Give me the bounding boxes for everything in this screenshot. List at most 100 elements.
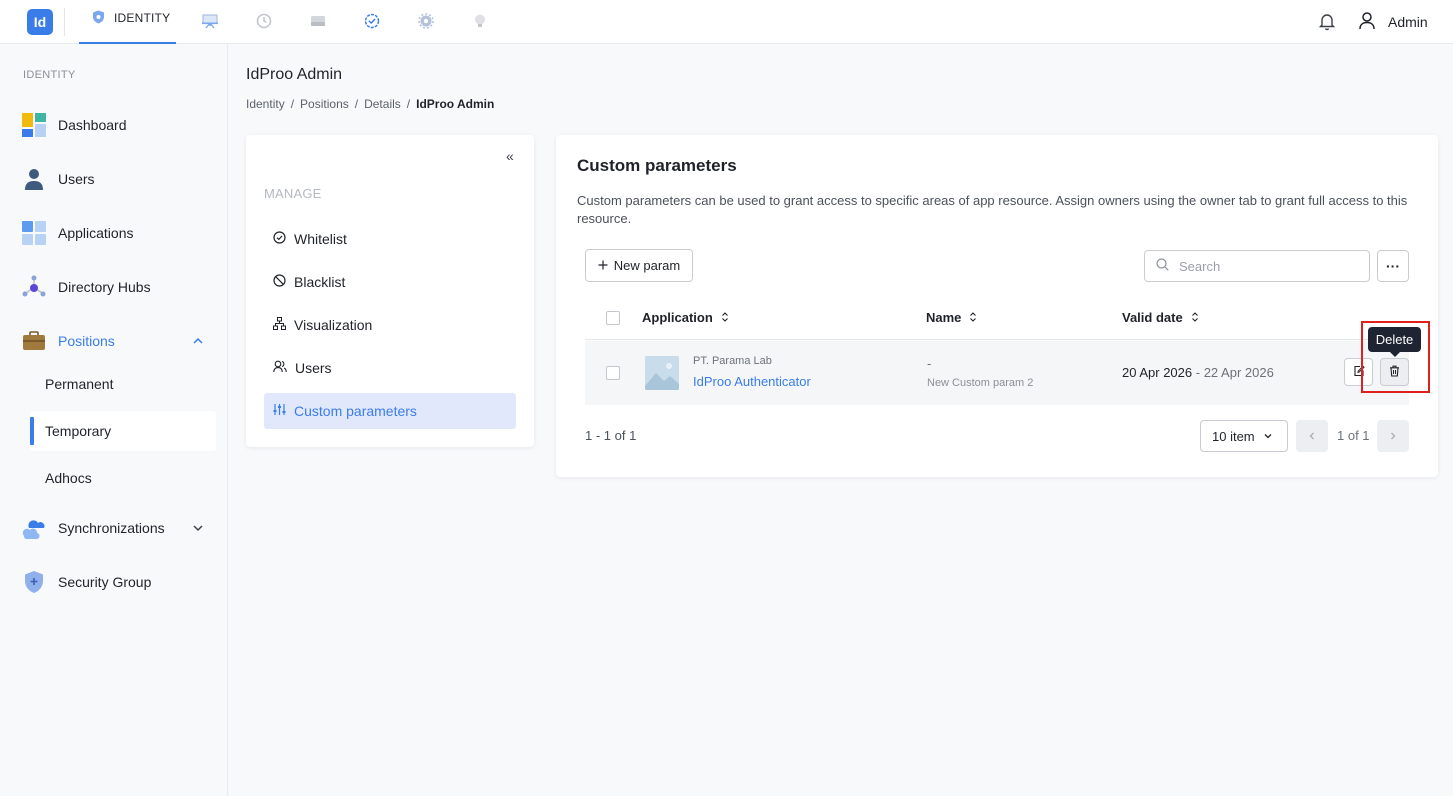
shield-icon	[92, 10, 105, 27]
shield-icon	[22, 570, 46, 594]
app-name-link[interactable]: IdProo Authenticator	[693, 374, 811, 389]
column-name[interactable]: Name	[926, 310, 977, 325]
bulb-icon[interactable]	[471, 12, 489, 30]
manage-item-visualization[interactable]: Visualization	[264, 307, 516, 343]
app-image-icon	[645, 356, 679, 390]
presentation-icon[interactable]	[201, 12, 219, 30]
search-input[interactable]: Search	[1144, 250, 1370, 282]
drive-icon[interactable]	[309, 12, 327, 30]
check-circle-icon	[273, 231, 286, 247]
sidebar-item-security-group[interactable]: Security Group	[22, 570, 151, 594]
sidebar-sub-temporary[interactable]: Temporary	[30, 411, 216, 451]
top-bar: Id IDENTITY Admin	[0, 0, 1453, 44]
tab-identity[interactable]: IDENTITY	[79, 0, 176, 44]
new-param-button[interactable]: New param	[585, 249, 693, 282]
sidebar-item-label: Security Group	[58, 574, 152, 590]
date-separator: -	[1192, 365, 1204, 380]
more-options-button[interactable]: ···	[1377, 250, 1409, 282]
page-indicator: 1 of 1	[1337, 428, 1370, 443]
search-icon	[1156, 258, 1169, 274]
sidebar-sub-label: Temporary	[45, 423, 112, 439]
breadcrumb-details[interactable]: Details	[364, 97, 401, 111]
breadcrumb-separator: /	[406, 97, 411, 111]
sliders-icon	[273, 403, 286, 419]
user-menu[interactable]: Admin	[1358, 11, 1428, 33]
result-count: 1 - 1 of 1	[585, 428, 637, 443]
highlight-box	[1361, 321, 1430, 393]
sidebar-item-label: Positions	[58, 333, 115, 349]
prev-page-button[interactable]	[1296, 420, 1328, 452]
sidebar-item-label: Users	[58, 171, 95, 187]
sidebar-item-synchronizations[interactable]: Synchronizations	[22, 516, 165, 540]
bell-icon[interactable]	[1318, 12, 1336, 34]
check-badge-icon[interactable]	[363, 12, 381, 30]
chevron-down-icon	[1263, 429, 1273, 444]
column-valid-date[interactable]: Valid date	[1122, 310, 1199, 325]
sidebar-section-title: IDENTITY	[23, 69, 76, 81]
custom-parameters-card: Custom parameters Custom parameters can …	[556, 135, 1438, 477]
sidebar-sub-permanent[interactable]: Permanent	[45, 376, 113, 392]
sort-icon	[969, 310, 977, 325]
gear-icon[interactable]	[417, 12, 435, 30]
history-icon[interactable]	[255, 12, 273, 30]
manage-item-custom-parameters[interactable]: Custom parameters	[264, 393, 516, 429]
plus-icon	[598, 258, 608, 273]
column-application[interactable]: Application	[642, 310, 729, 325]
search-placeholder: Search	[1179, 258, 1221, 274]
manage-item-users[interactable]: Users	[264, 350, 516, 386]
sidebar-item-applications[interactable]: Applications	[22, 221, 134, 245]
manage-item-label: Custom parameters	[294, 403, 417, 419]
column-label: Valid date	[1122, 310, 1183, 325]
sidebar-item-directory-hubs[interactable]: Directory Hubs	[22, 275, 151, 299]
sidebar-item-label: Directory Hubs	[58, 279, 151, 295]
block-icon	[273, 274, 286, 290]
sidebar-item-label: Synchronizations	[58, 520, 165, 536]
sidebar-item-dashboard[interactable]: Dashboard	[22, 113, 127, 137]
breadcrumb-separator: /	[290, 97, 295, 111]
breadcrumb-positions[interactable]: Positions	[300, 97, 349, 111]
chevron-down-icon[interactable]	[192, 521, 204, 537]
applications-icon	[22, 221, 46, 245]
page-size-select[interactable]: 10 item	[1200, 420, 1288, 452]
column-label: Name	[926, 310, 962, 325]
active-indicator	[30, 417, 34, 445]
app-logo[interactable]: Id	[27, 9, 53, 35]
manage-item-label: Visualization	[294, 317, 373, 333]
sidebar-sub-adhocs[interactable]: Adhocs	[45, 470, 92, 486]
manage-label: MANAGE	[264, 186, 322, 201]
row-checkbox[interactable]	[606, 366, 620, 380]
valid-date: 20 Apr 2026 - 22 Apr 2026	[1122, 365, 1274, 380]
manage-item-label: Whitelist	[294, 231, 347, 247]
manage-item-blacklist[interactable]: Blacklist	[264, 264, 516, 300]
manage-item-label: Blacklist	[294, 274, 346, 290]
cloud-sync-icon	[22, 516, 46, 540]
table-row[interactable]: PT. Parama Lab IdProo Authenticator - Ne…	[585, 341, 1409, 405]
chevron-up-icon[interactable]	[192, 334, 204, 350]
hierarchy-icon	[273, 317, 286, 333]
sort-icon	[721, 310, 729, 325]
breadcrumb-identity[interactable]: Identity	[246, 97, 285, 111]
chevron-right-icon	[1388, 428, 1398, 444]
user-name: Admin	[1388, 14, 1428, 30]
tab-identity-label: IDENTITY	[114, 11, 171, 25]
breadcrumb-current: IdProo Admin	[416, 97, 495, 111]
breadcrumb: Identity / Positions / Details / IdProo …	[246, 97, 494, 111]
sidebar-item-positions[interactable]: Positions	[22, 329, 115, 353]
column-label: Application	[642, 310, 713, 325]
user-icon	[22, 167, 46, 191]
user-icon	[1358, 11, 1376, 33]
sidebar: IDENTITY Dashboard Users Applications Di…	[0, 44, 228, 796]
manage-item-whitelist[interactable]: Whitelist	[264, 221, 516, 257]
sidebar-item-label: Dashboard	[58, 117, 127, 133]
page-size-value: 10 item	[1212, 428, 1255, 444]
collapse-icon[interactable]: «	[506, 148, 514, 164]
next-page-button[interactable]	[1377, 420, 1409, 452]
select-all-checkbox[interactable]	[606, 311, 620, 325]
briefcase-icon	[22, 329, 46, 353]
param-value: -	[927, 356, 932, 371]
manage-panel: « MANAGE Whitelist Blacklist Visualizati…	[246, 135, 534, 447]
dashboard-icon	[22, 113, 46, 137]
sidebar-item-users[interactable]: Users	[22, 167, 95, 191]
page-title: IdProo Admin	[246, 66, 343, 83]
param-name: New Custom param 2	[927, 377, 1034, 389]
